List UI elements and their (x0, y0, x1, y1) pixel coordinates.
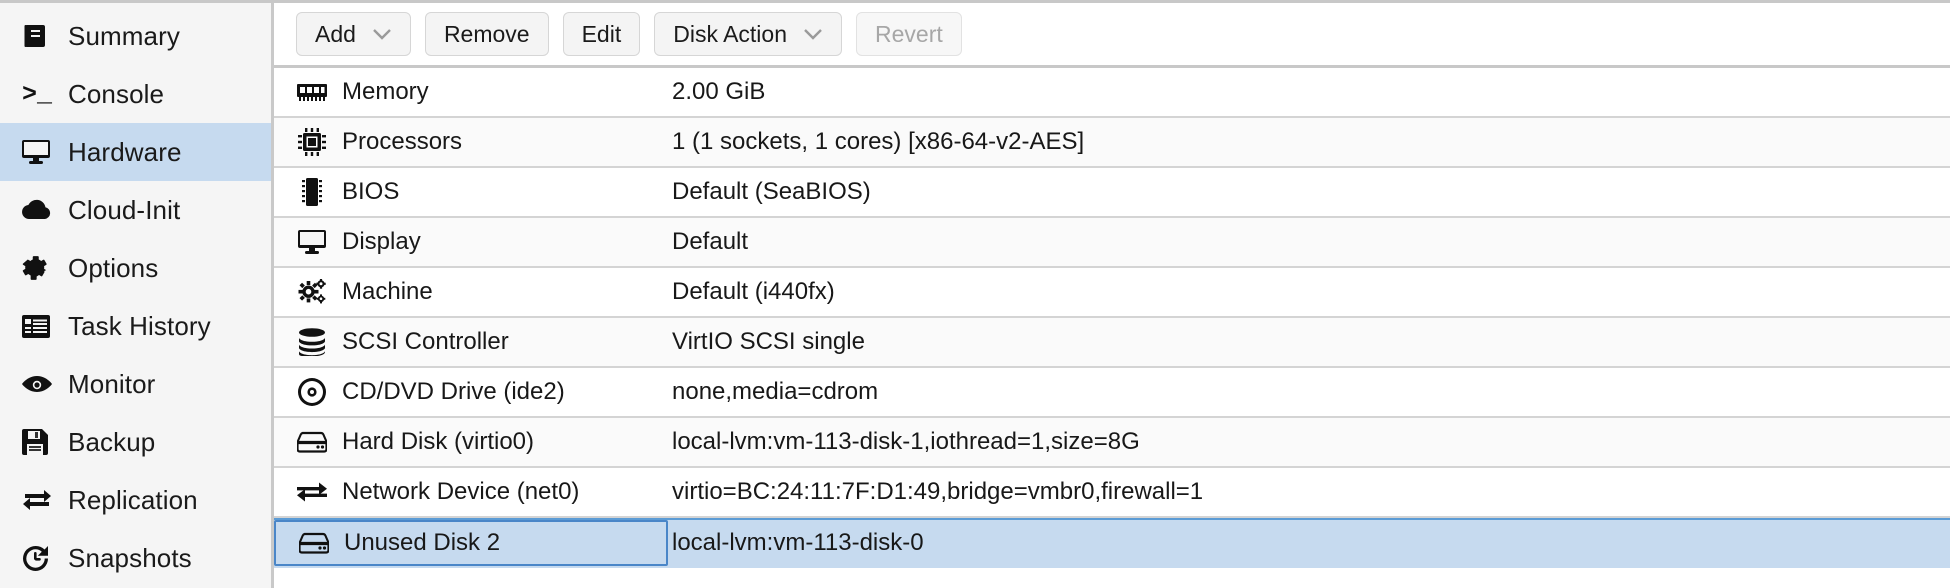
sidebar-item-task-history[interactable]: Task History (0, 297, 271, 355)
sidebar-item-label: Console (68, 78, 165, 109)
sidebar-item-label: Options (68, 252, 159, 283)
book-icon (22, 22, 56, 50)
row-value-cell: 1 (1 sockets, 1 cores) [x86-64-v2-AES] (672, 128, 1085, 155)
table-row[interactable]: Network Device (net0) virtio=BC:24:11:7F:… (274, 468, 1950, 518)
sidebar-item-label: Hardware (68, 136, 182, 167)
button-label: Add (315, 20, 356, 47)
row-name-cell[interactable]: Memory (274, 68, 668, 116)
sidebar-item-options[interactable]: Options (0, 239, 271, 297)
hard-drive-icon (294, 431, 330, 453)
row-name-cell[interactable]: Hard Disk (virtio0) (274, 418, 668, 466)
chevron-down-icon (372, 28, 392, 40)
button-label: Revert (875, 20, 943, 47)
gears-icon (294, 279, 330, 305)
row-name-cell[interactable]: CD/DVD Drive (ide2) (274, 368, 668, 416)
row-value-cell: Default (i440fx) (672, 278, 835, 305)
gear-icon (22, 255, 56, 281)
table-row[interactable]: Memory 2.00 GiB (274, 68, 1950, 118)
row-name-label: Display (342, 228, 421, 255)
row-value-cell: Default (672, 228, 749, 255)
network-icon (294, 481, 330, 503)
row-value-cell: local-lvm:vm-113-disk-0 (672, 529, 924, 556)
main-content: Add Remove Edit Disk Action Revert Memory 2.0… (274, 3, 1950, 588)
table-row[interactable]: Processors 1 (1 sockets, 1 cores) [x86-64… (274, 118, 1950, 168)
row-value-cell: local-lvm:vm-113-disk-1,iothread=1,size=… (672, 428, 1140, 455)
cloud-icon (22, 199, 56, 221)
hardware-panel: Summary >_ Console Hardware Cloud-Init Option… (0, 0, 1950, 588)
sidebar-item-label: Task History (68, 310, 211, 341)
disk-action-button[interactable]: Disk Action (654, 12, 842, 56)
sidebar-item-hardware[interactable]: Hardware (0, 123, 271, 181)
sidebar: Summary >_ Console Hardware Cloud-Init Option… (0, 3, 274, 588)
hard-drive-icon (296, 532, 332, 554)
monitor-icon (22, 140, 56, 164)
table-row[interactable]: Display Default (274, 218, 1950, 268)
row-name-label: Unused Disk 2 (344, 529, 501, 556)
row-value-cell: VirtIO SCSI single (672, 328, 865, 355)
monitor-icon (294, 230, 330, 254)
revert-button: Revert (856, 12, 962, 56)
row-name-cell[interactable]: Network Device (net0) (274, 468, 668, 516)
history-icon (22, 545, 56, 572)
button-label: Edit (581, 20, 622, 47)
sidebar-item-label: Snapshots (68, 542, 192, 573)
table-row[interactable]: Hard Disk (virtio0) local-lvm:vm-113-disk… (274, 418, 1950, 468)
hardware-table: Memory 2.00 GiB Processors 1 (1 sockets, 1 … (274, 65, 1950, 588)
sidebar-item-snapshots[interactable]: Snapshots (0, 529, 271, 587)
sidebar-item-replication[interactable]: Replication (0, 471, 271, 529)
table-row[interactable]: Unused Disk 2 local-lvm:vm-113-disk-0 (274, 518, 1950, 568)
terminal-icon: >_ (22, 79, 53, 109)
row-name-cell[interactable]: Processors (274, 118, 668, 166)
sidebar-item-label: Cloud-Init (68, 194, 181, 225)
row-name-cell[interactable]: Display (274, 218, 668, 266)
table-row[interactable]: CD/DVD Drive (ide2) none,media=cdrom (274, 368, 1950, 418)
edit-button[interactable]: Edit (562, 12, 641, 56)
row-name-label: SCSI Controller (342, 328, 509, 355)
table-row[interactable]: SCSI Controller VirtIO SCSI single (274, 318, 1950, 368)
sidebar-item-label: Monitor (68, 368, 156, 399)
disc-icon (294, 378, 330, 406)
sidebar-item-console[interactable]: >_ Console (0, 65, 271, 123)
sidebar-item-label: Backup (68, 426, 156, 457)
row-name-label: CD/DVD Drive (ide2) (342, 378, 565, 405)
row-name-label: Machine (342, 278, 433, 305)
row-name-label: Processors (342, 128, 463, 155)
toolbar: Add Remove Edit Disk Action Revert (274, 3, 1950, 65)
sidebar-item-label: Summary (68, 20, 180, 51)
row-name-cell[interactable]: SCSI Controller (274, 318, 668, 366)
sidebar-item-cloud-init[interactable]: Cloud-Init (0, 181, 271, 239)
row-name-label: Hard Disk (virtio0) (342, 428, 535, 455)
row-value-cell: none,media=cdrom (672, 378, 879, 405)
sidebar-item-monitor[interactable]: Monitor (0, 355, 271, 413)
database-icon (294, 328, 330, 356)
memory-icon (294, 82, 330, 102)
bios-chip-icon (294, 178, 330, 206)
remove-button[interactable]: Remove (424, 12, 549, 56)
sidebar-item-backup[interactable]: Backup (0, 413, 271, 471)
button-label: Remove (443, 20, 530, 47)
row-name-cell[interactable]: Unused Disk 2 (274, 520, 668, 566)
row-name-label: Network Device (net0) (342, 478, 580, 505)
row-value-cell: Default (SeaBIOS) (672, 178, 871, 205)
list-icon (22, 314, 56, 338)
cpu-icon (294, 128, 330, 156)
floppy-disk-icon (22, 429, 56, 455)
button-label: Disk Action (673, 20, 787, 47)
add-button[interactable]: Add (296, 12, 411, 56)
row-name-label: Memory (342, 78, 429, 105)
row-name-cell[interactable]: BIOS (274, 168, 668, 216)
row-name-cell[interactable]: Machine (274, 268, 668, 316)
terminal-icon: >_ (22, 82, 56, 107)
sidebar-item-summary[interactable]: Summary (0, 7, 271, 65)
sidebar-item-label: Replication (68, 484, 198, 515)
row-name-label: BIOS (342, 178, 400, 205)
table-row[interactable]: Machine Default (i440fx) (274, 268, 1950, 318)
replication-icon (22, 488, 56, 512)
table-row[interactable]: BIOS Default (SeaBIOS) (274, 168, 1950, 218)
eye-icon (22, 375, 56, 393)
chevron-down-icon (803, 28, 823, 40)
row-value-cell: virtio=BC:24:11:7F:D1:49,bridge=vmbr0,fi… (672, 478, 1204, 505)
row-value-cell: 2.00 GiB (672, 78, 766, 105)
